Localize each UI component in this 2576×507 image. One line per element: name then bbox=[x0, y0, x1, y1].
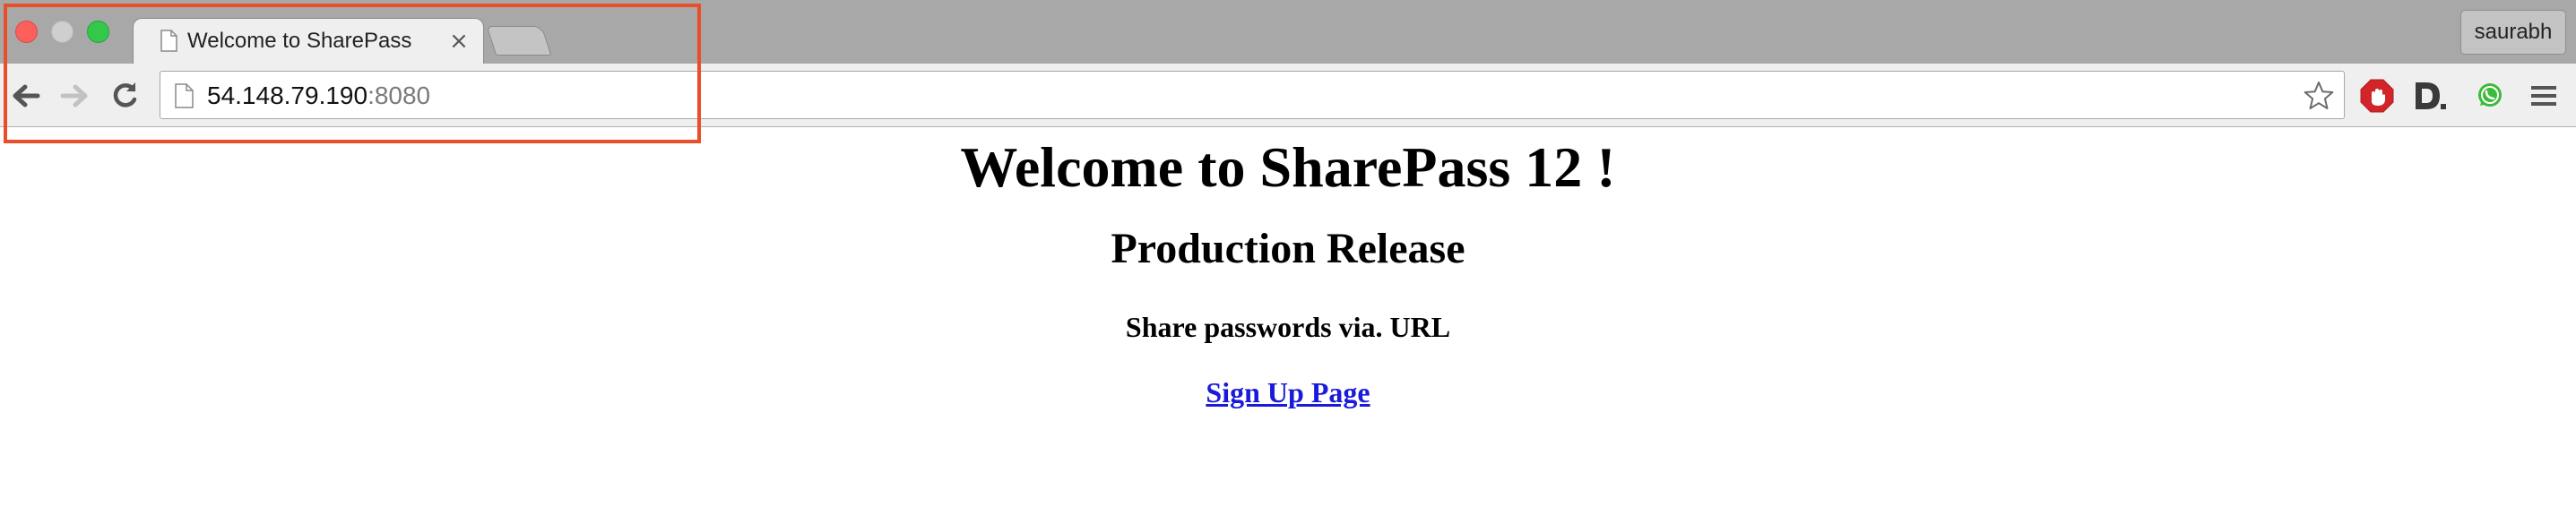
whatsapp-icon[interactable] bbox=[2472, 78, 2508, 114]
signup-link[interactable]: Sign Up Page bbox=[1206, 376, 1370, 408]
page-icon bbox=[160, 30, 177, 52]
page-icon bbox=[175, 83, 194, 108]
tab-active[interactable]: Welcome to SharePass × bbox=[133, 18, 484, 64]
window-close-button[interactable] bbox=[15, 21, 38, 43]
page-title: Welcome to SharePass 12 ! bbox=[960, 135, 1616, 199]
new-tab-button[interactable] bbox=[486, 26, 552, 56]
address-host: 54.148.79.190 bbox=[207, 82, 368, 109]
address-bar[interactable]: 54.148.79.190:8080 bbox=[160, 71, 2345, 119]
page-subtitle: Production Release bbox=[1111, 225, 1465, 272]
star-icon[interactable] bbox=[2303, 80, 2335, 112]
page-tagline: Share passwords via. URL bbox=[1125, 311, 1451, 343]
profile-button[interactable]: saurabh bbox=[2460, 10, 2566, 55]
signup-container: Sign Up Page bbox=[0, 374, 2576, 410]
menu-icon[interactable] bbox=[2526, 78, 2562, 114]
tab-title: Welcome to SharePass bbox=[187, 29, 412, 53]
window-minimize-button[interactable] bbox=[51, 21, 73, 43]
back-arrow-icon[interactable] bbox=[9, 79, 43, 113]
window-maximize-button[interactable] bbox=[87, 21, 109, 43]
tab-strip: Welcome to SharePass × saurabh bbox=[0, 0, 2576, 64]
d-extension-icon[interactable] bbox=[2411, 78, 2447, 114]
forward-arrow-icon[interactable] bbox=[57, 79, 91, 113]
browser-toolbar: 54.148.79.190:8080 bbox=[0, 64, 2576, 127]
adblock-icon[interactable] bbox=[2359, 78, 2395, 114]
address-port: :8080 bbox=[367, 82, 431, 109]
tab-close-icon[interactable]: × bbox=[447, 28, 471, 55]
reload-icon[interactable] bbox=[108, 79, 142, 113]
address-text: 54.148.79.190:8080 bbox=[207, 82, 430, 110]
